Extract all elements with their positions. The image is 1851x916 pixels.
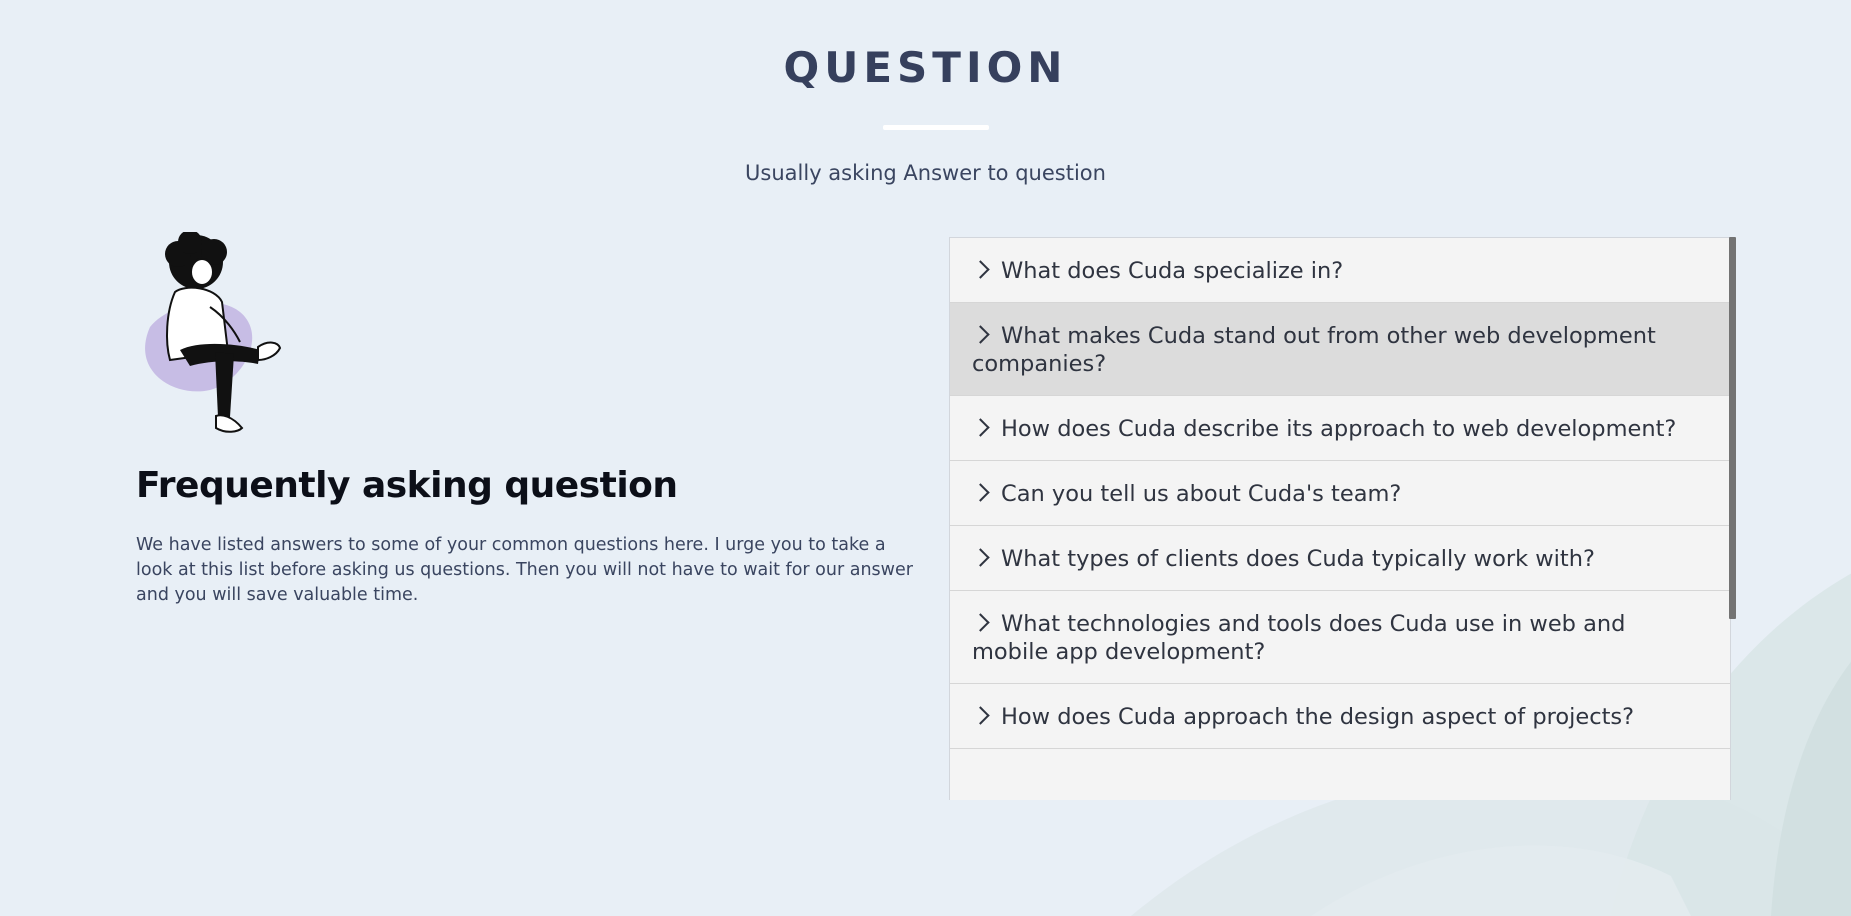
- faq-question: How does Cuda approach the design aspect…: [1001, 704, 1635, 730]
- faq-intro-text: We have listed answers to some of your c…: [136, 535, 913, 605]
- faq-item[interactable]: What makes Cuda stand out from other web…: [950, 303, 1730, 396]
- chevron-right-icon: [971, 325, 990, 344]
- chevron-right-icon: [971, 613, 990, 632]
- faq-item[interactable]: Can you tell us about Cuda's team?: [950, 461, 1730, 526]
- section-title: QUESTION: [783, 43, 1068, 92]
- faq-item[interactable]: How does Cuda approach the design aspect…: [950, 684, 1730, 749]
- faq-question: How does Cuda describe its approach to w…: [1001, 416, 1677, 442]
- chevron-right-icon: [971, 418, 990, 437]
- person-sitting-illustration: [145, 232, 282, 433]
- chevron-right-icon: [971, 706, 990, 725]
- faq-question: What types of clients does Cuda typicall…: [1001, 546, 1595, 572]
- faq-item[interactable]: What technologies and tools does Cuda us…: [950, 591, 1730, 684]
- chevron-right-icon: [971, 483, 990, 502]
- section-subtitle: Usually asking Answer to question: [745, 161, 1106, 185]
- faq-question: Can you tell us about Cuda's team?: [1001, 481, 1402, 507]
- chevron-right-icon: [971, 260, 990, 279]
- faq-question: What makes Cuda stand out from other web…: [972, 323, 1656, 377]
- faq-item[interactable]: How does Cuda describe its approach to w…: [950, 396, 1730, 461]
- faq-accordion: What does Cuda specialize in? What makes…: [949, 237, 1731, 800]
- faq-item[interactable]: What does Cuda specialize in?: [950, 238, 1730, 303]
- faq-question: What does Cuda specialize in?: [1001, 258, 1344, 284]
- faq-item[interactable]: What types of clients does Cuda typicall…: [950, 526, 1730, 591]
- faq-scrollbar-thumb[interactable]: [1729, 237, 1736, 619]
- title-underline: [883, 125, 989, 130]
- chevron-right-icon: [971, 548, 990, 567]
- faq-question: What technologies and tools does Cuda us…: [972, 611, 1626, 665]
- faq-heading: Frequently asking question: [136, 465, 678, 506]
